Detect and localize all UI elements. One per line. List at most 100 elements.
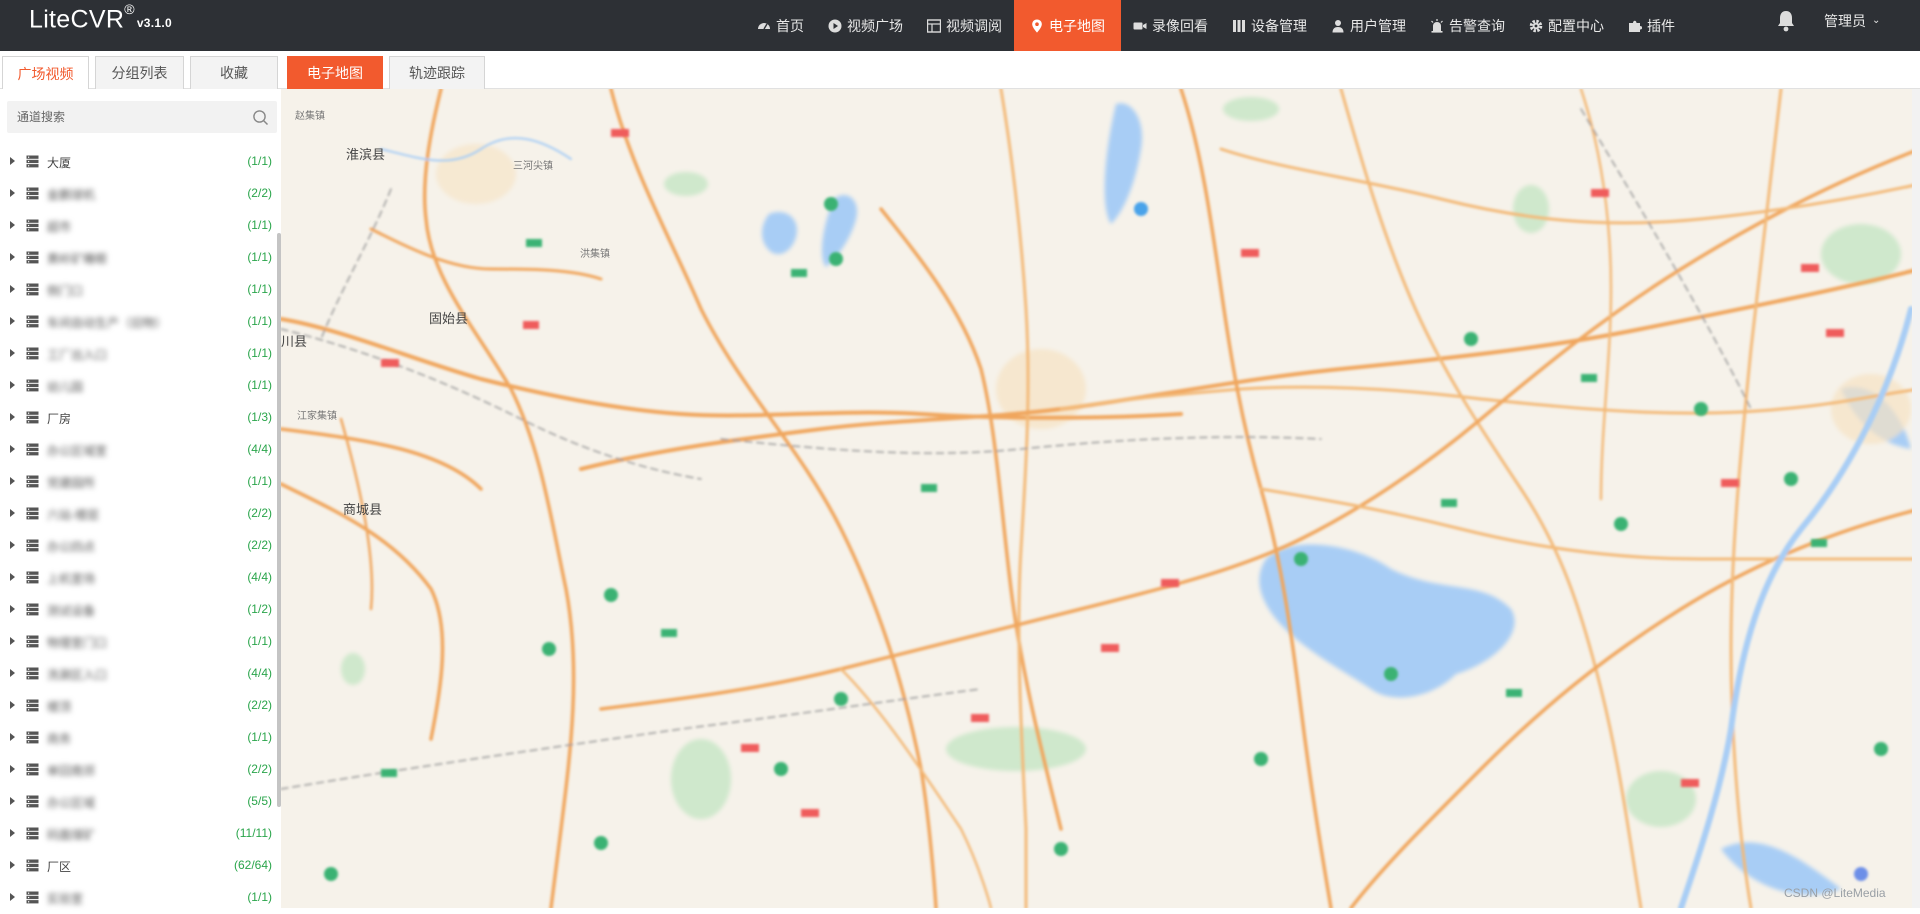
nav-item-device[interactable]: 设备管理 — [1220, 0, 1319, 51]
search-icon[interactable] — [252, 109, 269, 126]
expand-arrow-icon[interactable] — [10, 381, 15, 389]
expand-arrow-icon[interactable] — [10, 157, 15, 165]
expand-arrow-icon[interactable] — [10, 893, 15, 901]
map-label-zhaoji: 赵集镇 — [295, 109, 325, 122]
tree-item[interactable]: 上机室场 (4/4) — [0, 562, 280, 594]
map-label-huaibin: 淮滨县 — [346, 147, 385, 162]
tree-item-label: 侧门口 — [47, 284, 84, 298]
tree-item[interactable]: 工厂出入口 (1/1) — [0, 338, 280, 370]
tree-item-count: (1/1) — [247, 474, 272, 488]
tab-label: 广场视频 — [17, 65, 74, 82]
map-pin-icon — [1030, 19, 1044, 33]
tree-item[interactable]: 办公区域 (5/5) — [0, 786, 280, 818]
expand-arrow-icon[interactable] — [10, 829, 15, 837]
tab-electronic-map[interactable]: 电子地图 — [287, 56, 383, 89]
tree-item[interactable]: 超市 (1/1) — [0, 210, 280, 242]
dashboard-icon — [757, 19, 771, 33]
tab-label: 轨迹跟踪 — [409, 65, 465, 81]
tab-group-list[interactable]: 分组列表 — [95, 56, 184, 89]
tree-item[interactable]: 黄岭矿睡眼 (1/1) — [0, 242, 280, 274]
tree-item-label: 工厂出入口 — [47, 348, 108, 362]
tab-label: 电子地图 — [307, 65, 363, 81]
expand-arrow-icon[interactable] — [10, 605, 15, 613]
tree-item-label: 办公区域 — [47, 796, 96, 810]
electronic-map[interactable]: 淮滨县 固始县 商城县 川县 赵集镇 江家集镇 三河尖镇 洪集镇 — [281, 89, 1920, 908]
app-logo[interactable]: LiteCVR®v3.1.0 — [29, 1, 172, 34]
nav-item-alarm[interactable]: 告警查询 — [1418, 0, 1517, 51]
tree-item-label: 厂房 — [47, 412, 72, 426]
tree-item[interactable]: 六站-楼层 (2/2) — [0, 498, 280, 530]
tree-item-count: (1/1) — [247, 314, 272, 328]
expand-arrow-icon[interactable] — [10, 765, 15, 773]
bell-icon[interactable] — [1776, 9, 1796, 33]
expand-arrow-icon[interactable] — [10, 317, 15, 325]
expand-arrow-icon[interactable] — [10, 253, 15, 261]
tab-square-video[interactable]: 广场视频 — [2, 56, 89, 90]
expand-arrow-icon[interactable] — [10, 509, 15, 517]
expand-arrow-icon[interactable] — [10, 573, 15, 581]
tab-track-tracking[interactable]: 轨迹跟踪 — [389, 56, 485, 89]
expand-arrow-icon[interactable] — [10, 349, 15, 357]
nav-item-label: 视频调阅 — [946, 17, 1002, 34]
tree-item[interactable]: 测试设备 (1/2) — [0, 594, 280, 626]
tree-item[interactable]: 物理室门口 (1/1) — [0, 626, 280, 658]
map-label-chuanxian: 川县 — [281, 334, 307, 349]
expand-arrow-icon[interactable] — [10, 189, 15, 197]
expand-arrow-icon[interactable] — [10, 797, 15, 805]
expand-arrow-icon[interactable] — [10, 413, 15, 421]
tree-item[interactable]: 车间自动生产（旧物） (1/1) — [0, 306, 280, 338]
tree-item[interactable]: 单回南郊 (2/2) — [0, 754, 280, 786]
channel-tree: 大厦 (1/1) 金鹏球机 (2/2) 超市 (1/1) 黄岭矿睡眼 (1/1) 侧门口 (1/1… — [0, 146, 280, 914]
channel-search-input[interactable] — [7, 110, 237, 124]
tree-item[interactable]: 洗涮区入口 (4/4) — [0, 658, 280, 690]
nav-item-label: 告警查询 — [1449, 17, 1505, 34]
expand-arrow-icon[interactable] — [10, 445, 15, 453]
tree-item[interactable]: 办公区域室 (4/4) — [0, 434, 280, 466]
expand-arrow-icon[interactable] — [10, 541, 15, 549]
tree-item[interactable]: 幼儿园 (1/1) — [0, 370, 280, 402]
device-group-icon — [26, 187, 39, 200]
tree-item[interactable]: 党建园所 (1/1) — [0, 466, 280, 498]
expand-arrow-icon[interactable] — [10, 701, 15, 709]
map-canvas[interactable]: 淮滨县 固始县 商城县 川县 赵集镇 江家集镇 三河尖镇 洪集镇 — [281, 89, 1920, 908]
expand-arrow-icon[interactable] — [10, 285, 15, 293]
tree-item-label: 党建园所 — [47, 476, 96, 490]
video-camera-icon — [1133, 19, 1147, 33]
expand-arrow-icon[interactable] — [10, 669, 15, 677]
nav-item-video-camera[interactable]: 录像回看 — [1121, 0, 1220, 51]
device-group-icon — [26, 731, 39, 744]
nav-item-dashboard[interactable]: 首页 — [745, 0, 816, 51]
tree-item[interactable]: 商务 (1/1) — [0, 722, 280, 754]
expand-arrow-icon[interactable] — [10, 221, 15, 229]
tab-favorites[interactable]: 收藏 — [190, 56, 278, 89]
expand-arrow-icon[interactable] — [10, 861, 15, 869]
device-icon — [1232, 19, 1246, 33]
tree-item-label: 上机室场 — [47, 572, 96, 586]
nav-item-user[interactable]: 用户管理 — [1319, 0, 1418, 51]
tree-item[interactable]: 大厦 (1/1) — [0, 146, 280, 178]
tree-item-label: 黄岭矿睡眼 — [47, 252, 108, 266]
tree-item-label: 测试设备 — [47, 604, 96, 618]
tree-item[interactable]: 实验室 (1/1) — [0, 882, 280, 914]
tree-item-label: 办公四点 — [47, 540, 96, 554]
tree-item[interactable]: 厂区 (62/64) — [0, 850, 280, 882]
page-scrollbar[interactable] — [1912, 89, 1920, 908]
tree-item[interactable]: 码面煤矿 (11/11) — [0, 818, 280, 850]
device-group-icon — [26, 411, 39, 424]
nav-item-grid[interactable]: 视频调阅 — [915, 0, 1014, 51]
nav-item-gear[interactable]: 配置中心 — [1517, 0, 1616, 51]
tree-item[interactable]: 办公四点 (2/2) — [0, 530, 280, 562]
user-menu[interactable]: 管理员 ⌄ — [1824, 0, 1880, 41]
play-circle-icon — [828, 19, 842, 33]
expand-arrow-icon[interactable] — [10, 733, 15, 741]
tree-item[interactable]: 厂房 (1/3) — [0, 402, 280, 434]
nav-item-play-circle[interactable]: 视频广场 — [816, 0, 915, 51]
nav-item-puzzle[interactable]: 插件 — [1616, 0, 1687, 51]
map-label-jiangjiaji: 江家集镇 — [297, 409, 337, 422]
expand-arrow-icon[interactable] — [10, 477, 15, 485]
tree-item[interactable]: 金鹏球机 (2/2) — [0, 178, 280, 210]
nav-item-map-pin[interactable]: 电子地图 — [1014, 0, 1121, 51]
tree-item[interactable]: 楼顶 (2/2) — [0, 690, 280, 722]
tree-item[interactable]: 侧门口 (1/1) — [0, 274, 280, 306]
expand-arrow-icon[interactable] — [10, 637, 15, 645]
